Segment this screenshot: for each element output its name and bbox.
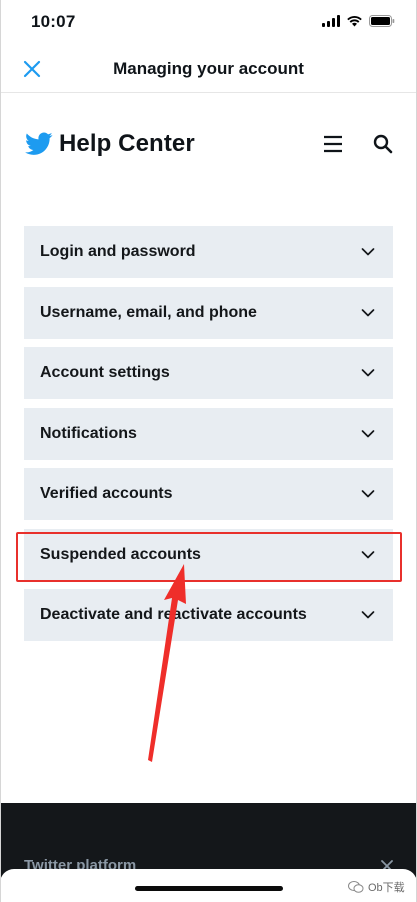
chevron-down-icon [361,429,375,437]
accordion-item-label: Notifications [40,424,137,442]
page-title: Managing your account [113,59,304,78]
navigation-bar: Managing your account [0,44,417,93]
accordion-item-deactivate-reactivate[interactable]: Deactivate and reactivate accounts [24,589,393,641]
accordion-item-label: Verified accounts [40,485,173,502]
chevron-down-icon [361,490,375,498]
menu-button[interactable] [322,133,344,155]
chevron-down-icon [361,248,375,256]
watermark-text: Ob下载 [368,882,405,894]
watermark: Ob下载 [348,879,405,895]
status-icons [322,15,395,27]
twitter-bird-icon[interactable] [25,132,53,156]
accordion-item-notifications[interactable]: Notifications [24,407,393,460]
chevron-down-icon [361,611,375,619]
chevron-down-icon [361,369,375,377]
search-button[interactable] [373,134,393,154]
chevron-down-icon [361,308,375,316]
topic-accordion: Login and password Username, email, and … [24,226,393,650]
cellular-signal-icon [322,15,340,27]
accordion-item-label: Deactivate and reactivate accounts [40,606,307,623]
home-indicator[interactable] [135,886,283,891]
help-center-header: Help Center [0,118,417,174]
status-bar: 10:07 [0,0,417,44]
wechat-icon [348,881,364,893]
battery-icon [369,15,395,27]
hamburger-menu-icon [324,135,342,153]
chevron-down-icon [361,550,375,558]
accordion-item-label: Account settings [40,364,170,381]
bottom-bar: Ob下载 [0,869,417,902]
search-icon [373,134,393,154]
accordion-item-username-email-phone[interactable]: Username, email, and phone [24,286,393,339]
accordion-item-account-settings[interactable]: Account settings [24,347,393,399]
accordion-item-login-and-password[interactable]: Login and password [24,226,393,278]
help-center-title: Help Center [59,130,195,157]
wifi-icon [346,15,363,27]
accordion-item-suspended-accounts[interactable]: Suspended accounts [24,528,393,581]
accordion-item-label: Suspended accounts [40,545,201,563]
accordion-item-verified-accounts[interactable]: Verified accounts [24,468,393,520]
accordion-item-label: Login and password [40,243,196,260]
accordion-item-label: Username, email, and phone [40,303,257,321]
status-time: 10:07 [31,12,76,31]
